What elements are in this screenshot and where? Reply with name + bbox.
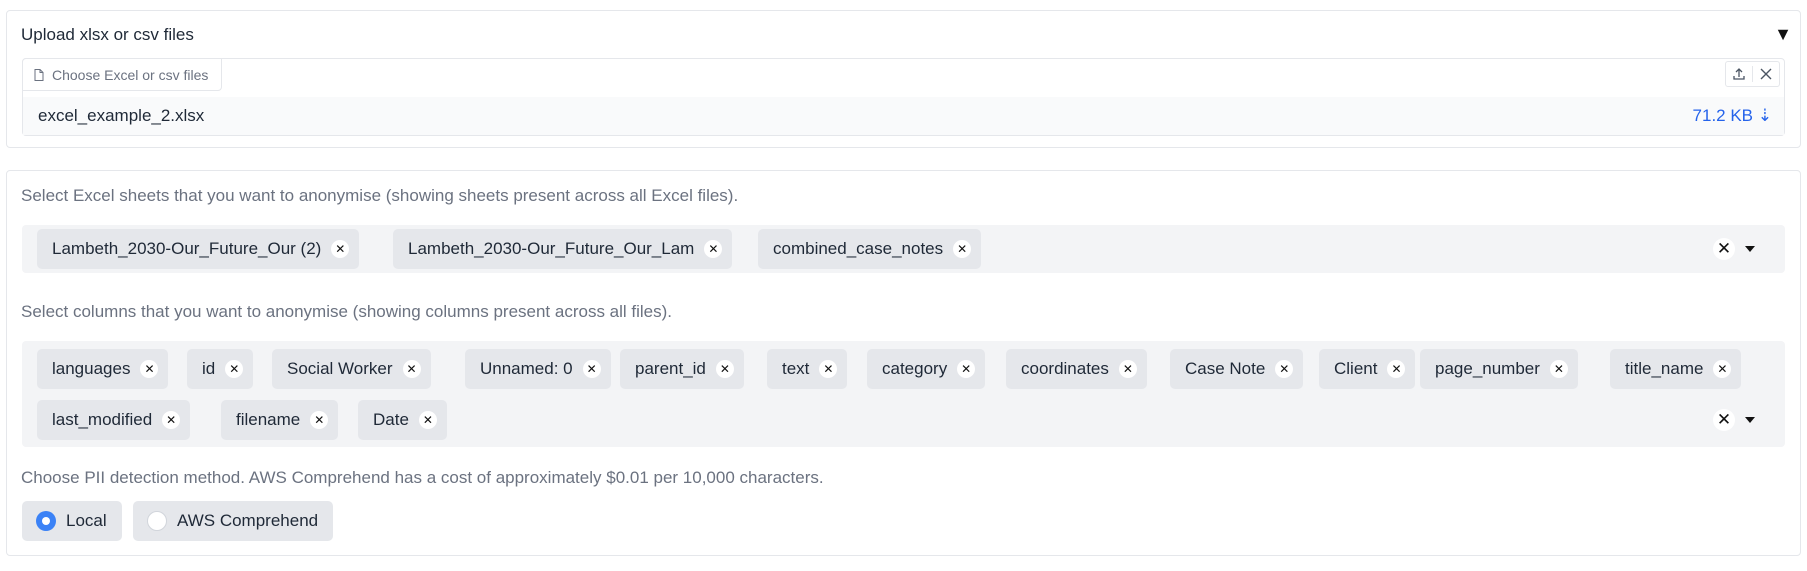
columns-label: Select columns that you want to anonymis… (21, 302, 673, 321)
selected-tag: combined_case_notes ✕ (758, 229, 982, 269)
tag-label: Unnamed: 0 (480, 359, 573, 378)
tag-label: Lambeth_2030-Our_Future_Our (2) (52, 239, 322, 258)
radio-local-label: Local (66, 511, 107, 530)
remove-tag-icon[interactable]: ✕ (1387, 360, 1406, 378)
remove-tag-icon[interactable]: ✕ (953, 240, 972, 258)
tag-label: filename (236, 410, 301, 429)
selected-tag: Unnamed: 0 ✕ (465, 349, 611, 389)
tag-label: Client (1334, 359, 1378, 378)
remove-tag-icon[interactable]: ✕ (704, 240, 723, 258)
tag-label: languages (52, 359, 131, 378)
selected-tag: Client ✕ (1319, 349, 1416, 389)
choose-files-label: Choose Excel or csv files (52, 66, 209, 83)
tag-label: Social Worker (287, 359, 393, 378)
file-icon (34, 68, 44, 81)
remove-tag-icon[interactable]: ✕ (1713, 360, 1732, 378)
selected-tag: text ✕ (767, 349, 848, 389)
selected-tag: languages ✕ (37, 349, 169, 389)
selected-tag: category ✕ (867, 349, 986, 389)
clear-all-icon[interactable]: ✕ (1713, 409, 1735, 431)
remove-tag-icon[interactable]: ✕ (418, 411, 437, 429)
selected-tag: filename ✕ (221, 400, 339, 440)
tag-label: page_number (1435, 359, 1540, 378)
options-panel: Select Excel sheets that you want to ano… (6, 170, 1801, 556)
tag-label: combined_case_notes (773, 239, 944, 258)
upload-icon[interactable] (1726, 62, 1752, 86)
remove-tag-icon[interactable]: ✕ (1118, 360, 1137, 378)
upload-panel: Upload xlsx or csv files ▼ Choose Excel … (6, 10, 1801, 148)
selected-tag: last_modified ✕ (37, 400, 191, 440)
tag-label: title_name (1625, 359, 1704, 378)
clear-all-icon[interactable]: ✕ (1713, 238, 1735, 260)
selected-tag: Lambeth_2030-Our_Future_Our_Lam ✕ (393, 229, 733, 269)
selected-tag: page_number ✕ (1420, 349, 1578, 389)
tag-label: last_modified (52, 410, 153, 429)
radio-unchecked-icon[interactable] (147, 511, 167, 531)
upload-title: Upload xlsx or csv files (21, 25, 194, 44)
tag-label: Case Note (1185, 359, 1266, 378)
tag-label: Date (373, 410, 409, 429)
selected-tag: id ✕ (187, 349, 254, 389)
remove-tag-icon[interactable]: ✕ (1275, 360, 1294, 378)
columns-multiselect[interactable]: languages ✕ id ✕ Social Worker ✕ Unnamed: 0 ✕ pa… (22, 341, 1785, 447)
remove-tag-icon[interactable]: ✕ (1549, 360, 1568, 378)
file-name: excel_example_2.xlsx (38, 106, 205, 125)
file-actions (1725, 61, 1780, 87)
radio-aws-comprehend[interactable]: AWS Comprehend (133, 501, 334, 541)
choose-files-button[interactable]: Choose Excel or csv files (22, 58, 223, 91)
triangle-down-icon[interactable]: ▼ (1774, 24, 1792, 45)
chevron-down-icon[interactable] (1745, 246, 1755, 252)
selected-tag: title_name ✕ (1610, 349, 1742, 389)
selected-tag: Lambeth_2030-Our_Future_Our (2) ✕ (37, 229, 360, 269)
tag-label: text (782, 359, 810, 378)
selected-tag: Date ✕ (358, 400, 447, 440)
selected-tag: Social Worker ✕ (272, 349, 431, 389)
radio-aws-label: AWS Comprehend (177, 511, 319, 530)
file-dropzone[interactable]: Choose Excel or csv files excel_example_… (22, 58, 1785, 136)
chevron-down-icon[interactable] (1745, 417, 1755, 423)
selected-tag: coordinates ✕ (1006, 349, 1147, 389)
tag-label: id (202, 359, 216, 378)
remove-tag-icon[interactable]: ✕ (582, 360, 601, 378)
radio-local[interactable]: Local (22, 501, 122, 541)
remove-tag-icon[interactable]: ✕ (715, 360, 734, 378)
tag-label: coordinates (1021, 359, 1109, 378)
remove-tag-icon[interactable]: ✕ (140, 360, 159, 378)
remove-tag-icon[interactable]: ✕ (225, 360, 244, 378)
sheets-label: Select Excel sheets that you want to ano… (21, 186, 739, 205)
remove-tag-icon[interactable]: ✕ (402, 360, 421, 378)
pii-method-label: Choose PII detection method. AWS Compreh… (21, 468, 824, 487)
remove-tag-icon[interactable]: ✕ (162, 411, 181, 429)
selected-tag: parent_id ✕ (620, 349, 744, 389)
radio-checked-icon[interactable] (36, 511, 56, 531)
remove-tag-icon[interactable]: ✕ (331, 240, 350, 258)
tag-label: parent_id (635, 359, 706, 378)
remove-tag-icon[interactable]: ✕ (310, 411, 329, 429)
remove-tag-icon[interactable]: ✕ (819, 360, 838, 378)
tag-label: Lambeth_2030-Our_Future_Our_Lam (408, 239, 695, 258)
file-row: excel_example_2.xlsx 71.2 KB ⇣ (23, 97, 1784, 135)
remove-tag-icon[interactable]: ✕ (957, 360, 976, 378)
tag-label: category (882, 359, 948, 378)
file-download-link[interactable]: 71.2 KB ⇣ (1693, 106, 1772, 126)
sheets-multiselect[interactable]: Lambeth_2030-Our_Future_Our (2) ✕ Lambeth_… (22, 225, 1785, 273)
close-icon[interactable] (1753, 62, 1779, 86)
selected-tag: Case Note ✕ (1170, 349, 1304, 389)
